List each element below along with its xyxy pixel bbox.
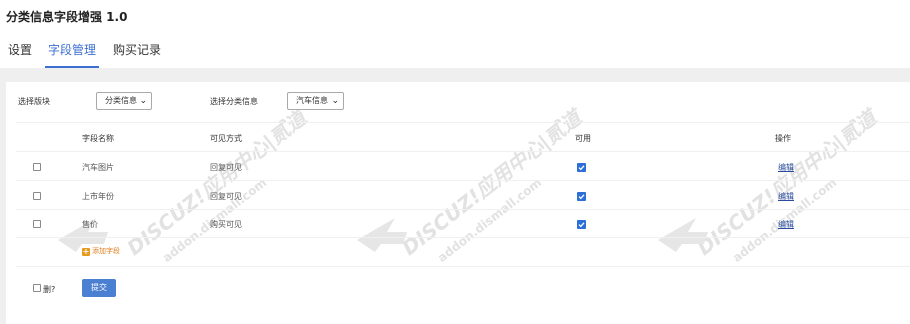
field-name: 售价 [82, 220, 98, 229]
block-select[interactable]: 分类信息 ⌄ [96, 92, 152, 110]
field-name: 汽车图片 [82, 163, 114, 172]
col-header-visibility: 可见方式 [210, 134, 242, 143]
check-icon [578, 222, 585, 228]
add-field-link[interactable]: + 添加字段 [82, 246, 120, 256]
col-header-name: 字段名称 [82, 134, 114, 143]
field-visibility: 回复可见 [210, 163, 242, 172]
tab-bar: 设置 字段管理 购买记录 [0, 36, 910, 68]
row-select-checkbox[interactable] [33, 192, 41, 200]
divider [16, 237, 910, 238]
category-select[interactable]: 汽车信息 ⌄ [287, 92, 344, 110]
row-select-checkbox[interactable] [33, 163, 41, 171]
category-select-value: 汽车信息 [296, 96, 328, 105]
field-enabled-checkbox[interactable] [577, 220, 586, 229]
block-select-value: 分类信息 [105, 96, 137, 105]
edit-link[interactable]: 编辑 [778, 162, 794, 173]
chevron-down-icon: ⌄ [331, 96, 339, 106]
tab-settings[interactable]: 设置 [8, 36, 32, 68]
plus-icon: + [82, 247, 90, 256]
field-enabled-checkbox[interactable] [577, 192, 586, 201]
field-enabled-checkbox[interactable] [577, 163, 586, 172]
delete-checkbox[interactable] [33, 284, 41, 292]
category-select-label: 选择分类信息 [210, 97, 258, 106]
field-visibility: 购买可见 [210, 220, 242, 229]
divider [16, 122, 910, 123]
add-field-label: 添加字段 [92, 247, 120, 255]
col-header-actions: 操作 [775, 134, 791, 143]
submit-button[interactable]: 提交 [82, 279, 116, 297]
block-select-label: 选择版块 [18, 97, 50, 106]
content-panel [6, 82, 910, 324]
tab-field-management[interactable]: 字段管理 [45, 36, 100, 68]
field-visibility: 回复可见 [210, 192, 242, 201]
tab-purchase-records[interactable]: 购买记录 [113, 36, 161, 68]
row-select-checkbox[interactable] [33, 220, 41, 228]
field-name: 上市年份 [82, 192, 114, 201]
check-icon [578, 194, 585, 200]
content-top-band [0, 68, 910, 82]
divider [16, 209, 910, 210]
col-header-enabled: 可用 [575, 134, 591, 143]
divider [16, 266, 910, 267]
divider [16, 151, 910, 152]
edit-link[interactable]: 编辑 [778, 191, 794, 202]
delete-label: 删? [43, 285, 56, 294]
chevron-down-icon: ⌄ [139, 96, 147, 106]
app-title: 分类信息字段增强 1.0 [6, 10, 128, 24]
divider [16, 180, 910, 181]
edit-link[interactable]: 编辑 [778, 219, 794, 230]
check-icon [578, 165, 585, 171]
